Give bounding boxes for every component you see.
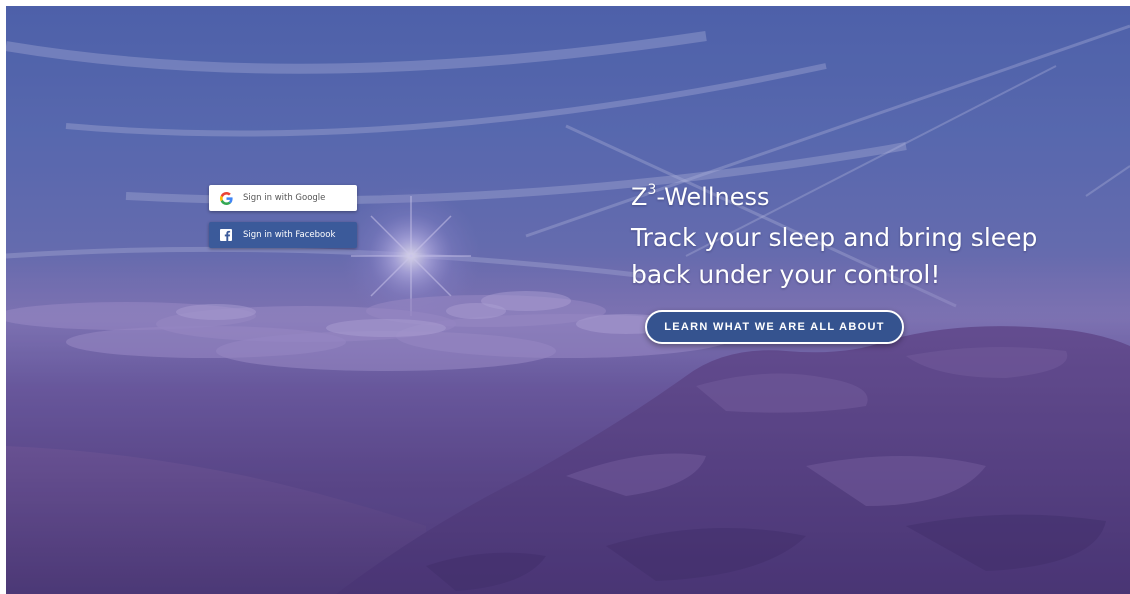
google-signin-button[interactable]: Sign in with Google xyxy=(209,185,357,211)
hero-tagline: Track your sleep and bring sleep back un… xyxy=(631,219,1101,293)
brand-prefix: Z xyxy=(631,183,648,211)
facebook-f-icon xyxy=(219,228,233,242)
learn-more-button[interactable]: LEARN WHAT WE ARE ALL ABOUT xyxy=(645,310,904,344)
brand-superscript: 3 xyxy=(647,182,657,198)
tagline-line-2: back under your control! xyxy=(631,260,941,289)
brand-title: Z3-Wellness xyxy=(631,172,1101,217)
hero-background xyxy=(6,6,1130,594)
brand-suffix: -Wellness xyxy=(656,183,770,211)
facebook-signin-button[interactable]: Sign in with Facebook xyxy=(209,222,357,248)
google-g-icon xyxy=(219,191,233,205)
mountain-landscape-image xyxy=(6,24,1130,594)
tagline-line-1: Track your sleep and bring sleep xyxy=(631,223,1038,252)
facebook-signin-label: Sign in with Facebook xyxy=(243,230,336,240)
google-signin-label: Sign in with Google xyxy=(243,193,326,203)
hero-text: Z3-Wellness Track your sleep and bring s… xyxy=(631,172,1101,293)
